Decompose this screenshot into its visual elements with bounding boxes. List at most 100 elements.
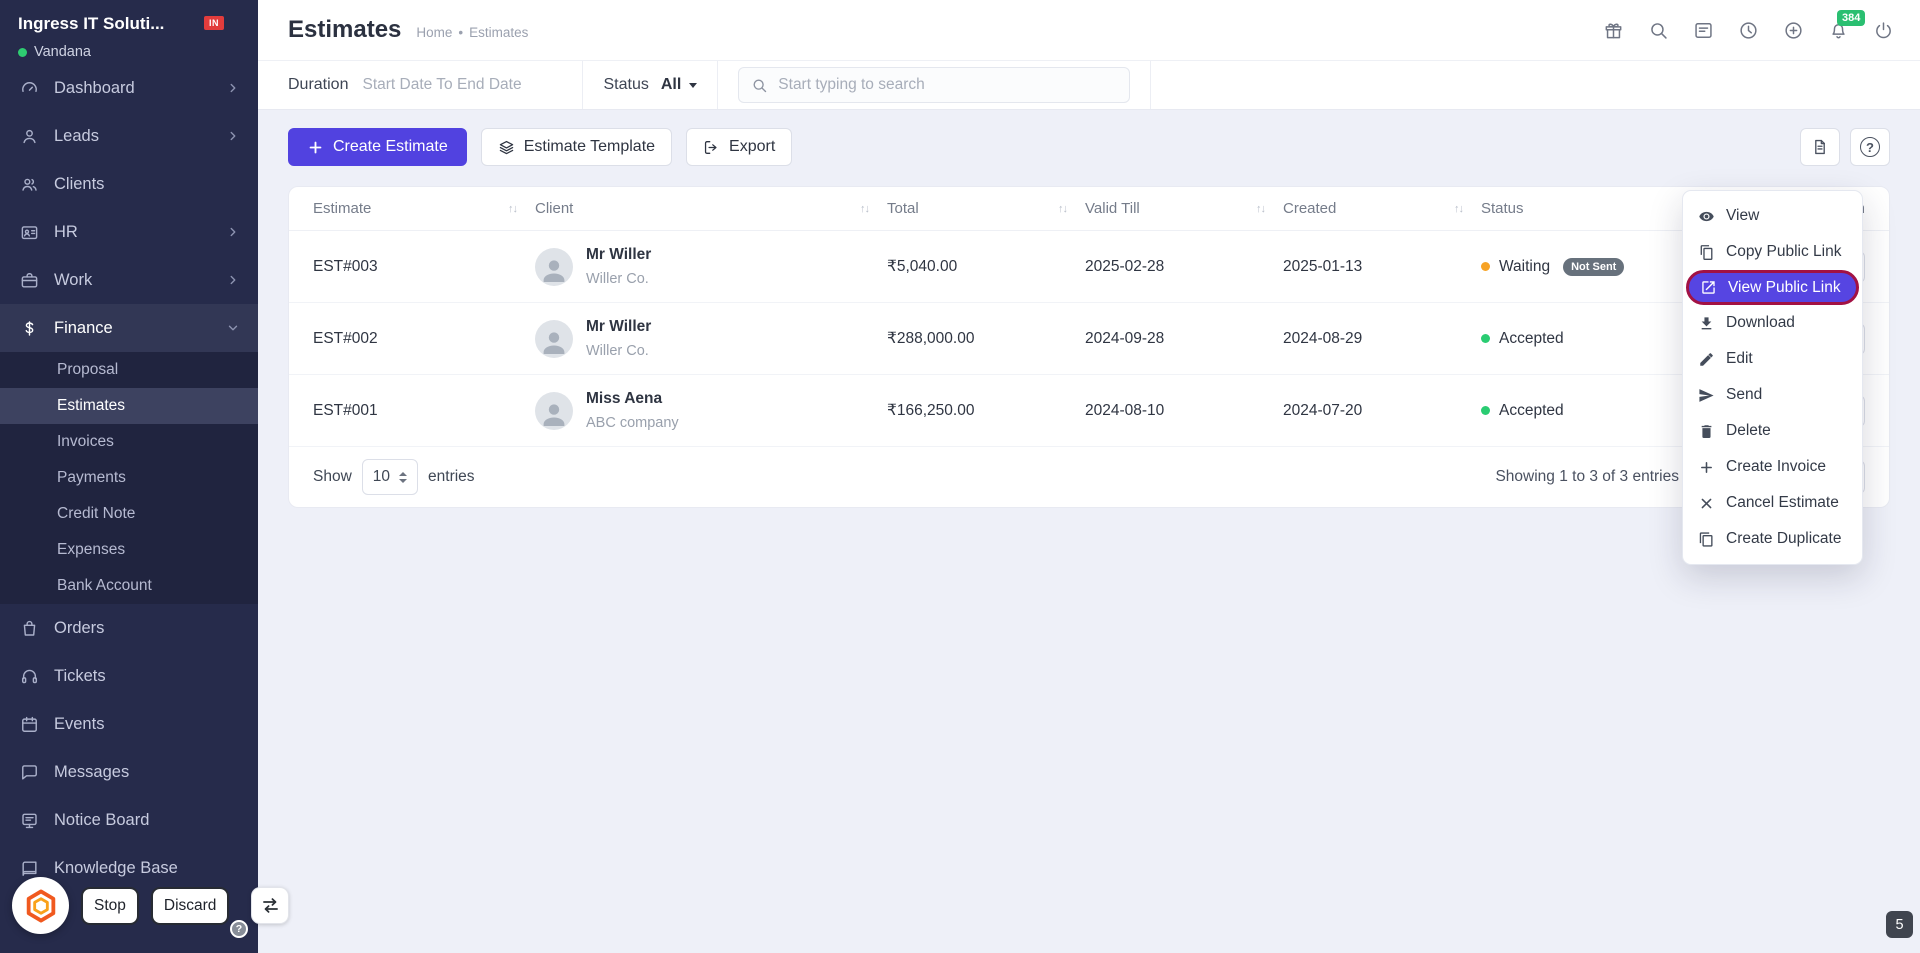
menu-item-edit[interactable]: Edit — [1683, 341, 1862, 377]
menu-item-create-duplicate[interactable]: Create Duplicate — [1683, 521, 1862, 557]
page-number-badge: 5 — [1886, 911, 1913, 938]
notes-icon[interactable] — [1693, 20, 1714, 41]
duplicate-icon — [1698, 531, 1715, 548]
export-button[interactable]: Export — [686, 128, 793, 166]
search-input[interactable] — [778, 76, 1118, 94]
breadcrumb-separator: • — [458, 24, 464, 40]
clients-icon — [20, 175, 39, 194]
sidebar-subitem-estimates[interactable]: Estimates — [0, 388, 258, 424]
table-row: EST#003 Mr Willer Willer Co. ₹5,040.00 2… — [289, 231, 1889, 303]
sidebar-item-label: Knowledge Base — [54, 858, 178, 877]
topbar-icons: 384 — [1603, 9, 1894, 41]
topbar: Estimates Home • Estimates 384 — [258, 0, 1920, 61]
x-icon — [1698, 495, 1715, 512]
search-icon[interactable] — [1648, 20, 1669, 41]
menu-item-delete[interactable]: Delete — [1683, 413, 1862, 449]
tickets-icon — [20, 667, 39, 686]
column-header-valid-till[interactable]: Valid Till ↑↓ — [1085, 200, 1283, 217]
events-icon — [20, 715, 39, 734]
breadcrumb-home[interactable]: Home — [416, 25, 452, 40]
eye-icon — [1698, 208, 1715, 225]
content-area: Create Estimate Estimate Template Export… — [258, 110, 1920, 508]
status-text: Accepted — [1499, 329, 1564, 347]
plus-circle-icon[interactable] — [1783, 20, 1804, 41]
sidebar-item-dashboard[interactable]: Dashboard — [0, 64, 258, 112]
notice-board-icon — [20, 811, 39, 830]
finance-icon — [20, 319, 39, 338]
menu-item-download[interactable]: Download — [1683, 305, 1862, 341]
app-logo[interactable] — [12, 877, 69, 934]
column-header-client[interactable]: Client ↑↓ — [535, 200, 887, 217]
menu-item-view[interactable]: View — [1683, 198, 1862, 234]
help-bubble[interactable]: ? — [230, 920, 248, 938]
work-icon — [20, 271, 39, 290]
column-header-created[interactable]: Created ↑↓ — [1283, 200, 1481, 217]
sidebar-item-label: Orders — [54, 618, 105, 637]
client-cell: Mr Willer Willer Co. — [535, 246, 887, 287]
duration-input[interactable] — [362, 76, 563, 94]
sidebar-item-notice-board[interactable]: Notice Board — [0, 796, 258, 844]
created-value: 2024-08-29 — [1283, 329, 1363, 347]
external-link-icon — [1700, 279, 1717, 296]
help-button[interactable]: ? — [1850, 128, 1890, 166]
notifications-button[interactable]: 384 — [1828, 9, 1866, 41]
chevron-right-icon — [226, 225, 240, 239]
sidebar-item-orders[interactable]: Orders — [0, 604, 258, 652]
sidebar-item-finance[interactable]: Finance — [0, 304, 258, 352]
valid-till-value: 2025-02-28 — [1085, 257, 1165, 275]
estimate-number: EST#003 — [313, 257, 378, 275]
total-value: ₹5,040.00 — [887, 258, 958, 275]
sidebar-item-hr[interactable]: HR — [0, 208, 258, 256]
gift-icon[interactable] — [1603, 20, 1624, 41]
client-cell: Miss Aena ABC company — [535, 390, 887, 431]
swap-button[interactable] — [251, 887, 290, 924]
create-estimate-button[interactable]: Create Estimate — [288, 128, 467, 166]
status-filter-select[interactable]: All — [661, 76, 698, 94]
menu-item-copy-public-link[interactable]: Copy Public Link — [1683, 234, 1862, 270]
column-header-total[interactable]: Total ↑↓ — [887, 200, 1085, 217]
sidebar-subitem-credit-note[interactable]: Credit Note — [0, 496, 258, 532]
export-icon — [703, 139, 720, 156]
sidebar-item-events[interactable]: Events — [0, 700, 258, 748]
menu-item-cancel-estimate[interactable]: Cancel Estimate — [1683, 485, 1862, 521]
sidebar-item-label: Dashboard — [54, 78, 135, 97]
sidebar-item-tickets[interactable]: Tickets — [0, 652, 258, 700]
stepper-icon — [399, 471, 408, 483]
sidebar-item-leads[interactable]: Leads — [0, 112, 258, 160]
avatar — [535, 391, 573, 430]
plus-icon — [1698, 459, 1715, 476]
status-badge: Not Sent — [1563, 257, 1625, 276]
menu-item-send[interactable]: Send — [1683, 377, 1862, 413]
sidebar-item-label: Leads — [54, 126, 99, 145]
leads-icon — [20, 127, 39, 146]
sidebar-subitem-expenses[interactable]: Expenses — [0, 532, 258, 568]
invoice-view-button[interactable] — [1800, 128, 1840, 166]
sidebar-subitem-invoices[interactable]: Invoices — [0, 424, 258, 460]
discard-button[interactable]: Discard — [150, 886, 230, 925]
chevron-right-icon — [226, 129, 240, 143]
column-header-estimate[interactable]: Estimate ↑↓ — [313, 200, 535, 217]
sidebar-subitem-proposal[interactable]: Proposal — [0, 352, 258, 388]
sidebar-item-clients[interactable]: Clients — [0, 160, 258, 208]
messages-icon — [20, 763, 39, 782]
company-name[interactable]: Ingress IT Soluti... — [18, 14, 164, 34]
filter-divider — [1150, 61, 1152, 109]
sidebar-item-messages[interactable]: Messages — [0, 748, 258, 796]
sidebar-header: Ingress IT Soluti... IN Vandana — [0, 0, 258, 64]
menu-item-view-public-link[interactable]: View Public Link — [1686, 270, 1859, 305]
status-label: Status — [603, 76, 649, 93]
stop-button[interactable]: Stop — [81, 886, 139, 925]
estimate-template-button[interactable]: Estimate Template — [480, 128, 673, 166]
status-dot — [1481, 334, 1490, 343]
main-area: Estimates Home • Estimates 384 Duration … — [258, 0, 1920, 508]
sidebar-subitem-bank-account[interactable]: Bank Account — [0, 568, 258, 604]
power-icon[interactable] — [1873, 20, 1894, 41]
filter-divider — [582, 61, 584, 109]
search-box — [738, 67, 1131, 103]
sidebar-item-work[interactable]: Work — [0, 256, 258, 304]
menu-item-create-invoice[interactable]: Create Invoice — [1683, 449, 1862, 485]
page-size-select[interactable]: 10 — [361, 459, 419, 495]
user-name: Vandana — [34, 44, 91, 60]
sidebar-subitem-payments[interactable]: Payments — [0, 460, 258, 496]
history-icon[interactable] — [1738, 20, 1759, 41]
